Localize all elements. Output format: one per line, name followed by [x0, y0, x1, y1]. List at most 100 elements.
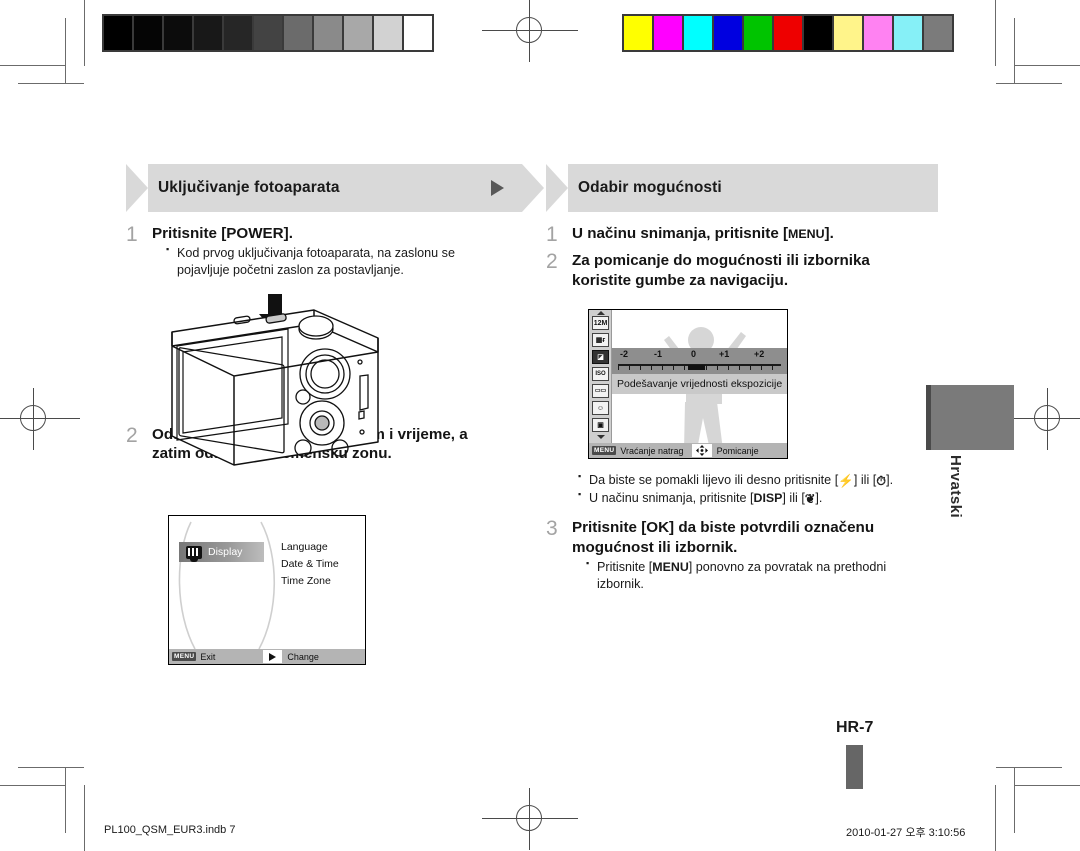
lcd-canvas: 12M ▦ғ ◪ ISO ▭▭ ☺ ▣ -2 -1 0 +1 +2 Podeša…: [589, 310, 787, 458]
bullet-text-prefix: Pritisnite [: [597, 560, 653, 575]
face-detection-off-icon[interactable]: ☺: [592, 401, 609, 415]
move-action-label: Pomicanje: [716, 445, 759, 456]
step-number: 2: [546, 250, 558, 274]
bullet-text-mid: ] ili [: [782, 490, 805, 505]
footer-timestamp: 2010-01-27 오후 3:10:56: [846, 827, 966, 839]
page-number-bar: [846, 745, 863, 789]
display-settings-lcd-screenshot: Display Language Date & Time Time Zone M…: [168, 515, 366, 665]
color-swatch-9: [892, 14, 924, 52]
exposure-option-label-row: Podešavanje vrijednosti ekspozicije: [612, 374, 787, 394]
right-step-3: 3 Pritisnite [OK] da biste potvrdili ozn…: [546, 518, 938, 592]
registration-cross-top: [482, 0, 578, 62]
bullet-text-post: ].: [815, 490, 823, 505]
left-column: Uključivanje fotoaparata 1 Pritisnite [P…: [126, 164, 544, 466]
left-step-1: 1 Pritisnite [POWER]. Kod prvog uključiv…: [126, 223, 522, 279]
bullet-text-post: ].: [886, 473, 894, 487]
banner-notch-left: [546, 164, 568, 212]
bullet-item: U načinu snimanja, pritisnite [DISP] ili…: [578, 489, 926, 507]
crop-mark-bottom-left-h: [0, 785, 66, 786]
exposure-scale: -2 -1 0 +1 +2: [612, 348, 787, 374]
change-action-label: Change: [287, 651, 319, 662]
navigation-bullets: Da biste se pomakli lijevo ili desno pri…: [578, 471, 938, 507]
page-number: HR-7: [836, 719, 874, 736]
exposure-option-label: Podešavanje vrijednosti ekspozicije: [617, 378, 783, 390]
4-way-navigation-icon: [691, 444, 712, 457]
registration-cross-left: [0, 388, 80, 450]
crop-mark-bottom-right-h: [1014, 785, 1080, 786]
step-number: 1: [546, 223, 558, 246]
ev-menu-lcd-screenshot: 12M ▦ғ ◪ ISO ▭▭ ☺ ▣ -2 -1 0 +1 +2 Podeša…: [588, 309, 788, 459]
display-monitor-icon: [186, 545, 202, 562]
step-number: 3: [546, 517, 558, 541]
scroll-down-caret-icon[interactable]: [597, 435, 605, 439]
crop-mark-top-left-h2: [18, 83, 84, 84]
menu-button-chip: MENU: [172, 651, 197, 662]
crop-mark-top-right-h: [1014, 65, 1080, 66]
color-swatch-1: [652, 14, 684, 52]
macro-flower-icon: ❦: [804, 491, 816, 506]
timer-icon: ⏱: [876, 474, 887, 488]
step-instruction: Za pomicanje do mogućnosti ili izbornika…: [572, 252, 870, 289]
grayscale-swatch-9: [372, 14, 404, 52]
right-section-title: Odabir mogućnosti: [578, 179, 722, 196]
color-swatch-6: [802, 14, 834, 52]
resolution-12m-icon[interactable]: 12M: [592, 316, 609, 330]
color-swatch-8: [862, 14, 894, 52]
crop-mark-bottom-left-v2: [65, 767, 66, 833]
menu-key-label: MENU: [788, 227, 825, 241]
footer-file-name: PL100_QSM_EUR3.indb 7: [104, 824, 236, 836]
step-number: 1: [126, 223, 138, 246]
color-swatch-5: [772, 14, 804, 52]
exposure-value-scale-row[interactable]: -2 -1 0 +1 +2: [612, 348, 787, 374]
menu-item-time-zone[interactable]: Time Zone: [281, 575, 339, 587]
exposure-value-icon[interactable]: ◪: [592, 350, 609, 364]
back-action-label: Vraćanje natrag: [620, 445, 684, 456]
lcd-canvas: Display Language Date & Time Time Zone M…: [169, 516, 365, 664]
crop-mark-top-left-v2: [65, 18, 66, 84]
bullet-item: Pritisnite [MENU] ponovno za povratak na…: [586, 558, 916, 592]
menu-button-chip: MENU: [592, 445, 617, 456]
right-section-banner: Odabir mogućnosti: [546, 164, 938, 212]
iso-icon[interactable]: ISO: [592, 367, 609, 381]
grayscale-swatch-8: [342, 14, 374, 52]
right-step-2: 2 Za pomicanje do mogućnosti ili izborni…: [546, 250, 938, 290]
step-text-suffix: ].: [824, 225, 834, 242]
camera-illustration: [164, 290, 394, 470]
grayscale-swatch-4: [222, 14, 254, 52]
bullet-item: Kod prvog uključivanja fotoaparata, na z…: [166, 244, 506, 278]
right-column: Odabir mogućnosti 1 U načinu snimanja, p…: [546, 164, 938, 290]
crop-mark-top-left-v: [84, 0, 85, 66]
display-menu-selected-row[interactable]: Display: [179, 542, 264, 562]
bullet-text-prefix: Da biste se pomakli lijevo ili desno pri…: [589, 473, 839, 487]
display-lcd-bottom-bar: MENU Exit Change: [169, 649, 365, 664]
language-side-tab: [926, 385, 1014, 450]
page-root: Uključivanje fotoaparata 1 Pritisnite [P…: [0, 0, 1080, 851]
step-text-prefix: Pritisnite [: [152, 225, 227, 242]
crop-mark-bottom-right-v2: [1014, 767, 1015, 833]
power-key-label: POWER: [226, 225, 284, 242]
ev-lcd-bottom-bar: MENU Vraćanje natrag Pomicanje: [589, 443, 787, 458]
right-arrow-icon: [263, 650, 283, 663]
color-swatch-0: [622, 14, 654, 52]
crop-mark-top-right-v2: [1014, 18, 1015, 84]
focus-area-icon[interactable]: ▣: [592, 418, 609, 432]
quality-fine-icon[interactable]: ▦ғ: [592, 333, 609, 347]
menu-item-date-time[interactable]: Date & Time: [281, 558, 339, 570]
color-calibration-bar: [622, 14, 954, 52]
exposure-knob[interactable]: [688, 365, 705, 370]
step-text-suffix: ].: [283, 225, 293, 242]
display-menu-items: Language Date & Time Time Zone: [281, 541, 339, 592]
crop-mark-top-right-h2: [996, 83, 1062, 84]
menu-item-language[interactable]: Language: [281, 541, 339, 553]
registration-cross-right: [1006, 388, 1080, 450]
tick-label-plus2: +2: [754, 349, 765, 359]
grayscale-swatch-7: [312, 14, 344, 52]
grayscale-swatch-1: [132, 14, 164, 52]
scroll-up-caret-icon[interactable]: [597, 311, 605, 315]
banner-notch-right: [522, 164, 544, 212]
play-triangle-icon: [491, 180, 504, 196]
white-balance-icon[interactable]: ▭▭: [592, 384, 609, 398]
left-section-banner: Uključivanje fotoaparata: [126, 164, 544, 212]
right-step-1: 1 U načinu snimanja, pritisnite [MENU].: [546, 223, 938, 246]
ok-key-label: OK: [646, 519, 670, 537]
